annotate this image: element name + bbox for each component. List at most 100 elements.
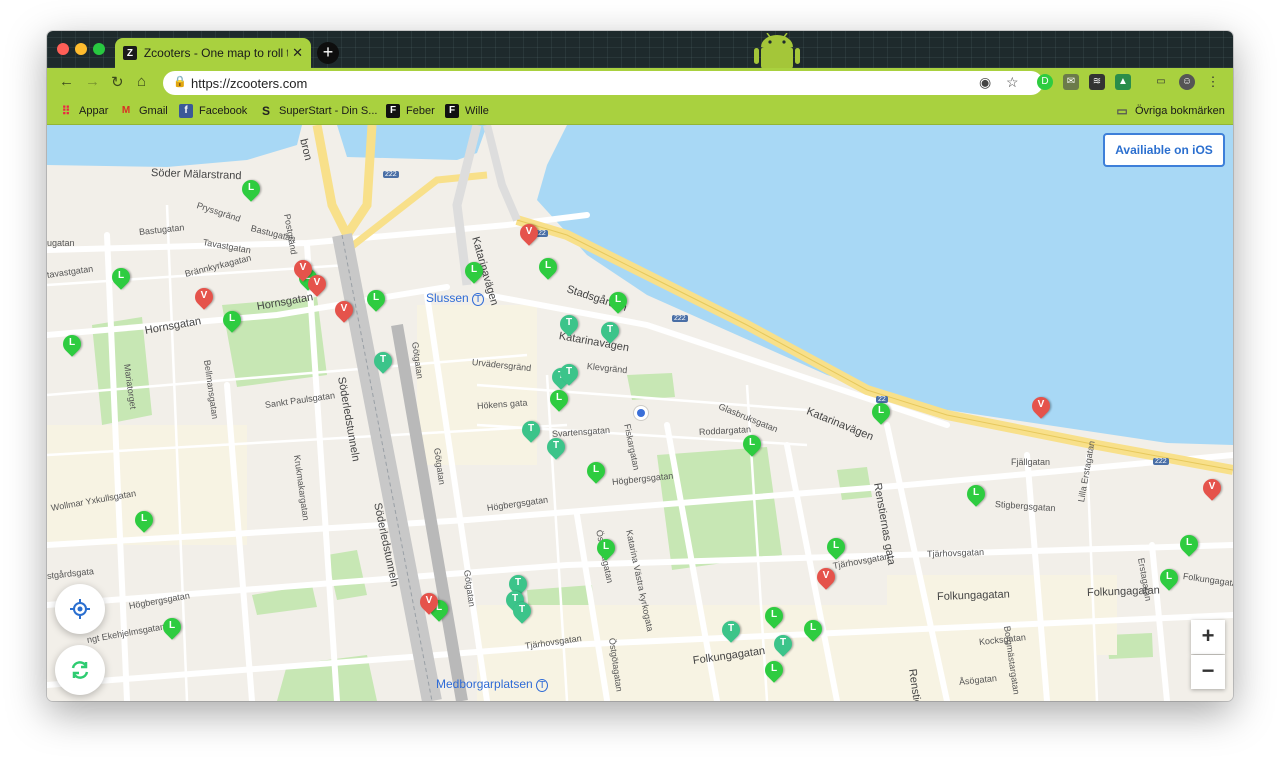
folder-icon: ▭ [1116, 104, 1128, 118]
scooter-pin-l[interactable]: L [761, 657, 787, 685]
pin-label: T [552, 440, 560, 451]
scooter-pin-v[interactable]: V [1199, 475, 1225, 503]
forward-arrow-icon[interactable]: → [85, 73, 100, 90]
scooter-pin-l[interactable]: L [593, 535, 619, 563]
scooter-pin-l[interactable]: L [605, 288, 631, 316]
scooter-pin-l[interactable]: L [461, 258, 487, 286]
street-label: Fjällgatan [1011, 457, 1051, 467]
pin-label: T [779, 637, 787, 648]
scooter-pin-l[interactable]: L [761, 603, 787, 631]
scooter-pin-t[interactable]: T [518, 417, 544, 445]
bookmark-appar[interactable]: ⠿ Appar [59, 104, 109, 118]
pin-label: L [592, 464, 600, 475]
bookmarks-bar: ⠿ Appar M Gmail f Facebook S SuperStart … [47, 98, 1233, 125]
scooter-pin-v[interactable]: V [304, 271, 330, 299]
mail-extension-icon[interactable]: ✉ [1063, 74, 1079, 90]
pin-label: L [140, 513, 148, 524]
scooter-pin-v[interactable]: V [813, 564, 839, 592]
scooter-pin-v[interactable]: V [416, 589, 442, 617]
address-bar[interactable]: 🔒 https://zcooters.com ◉ ☆ [163, 71, 1043, 95]
pin-label: V [299, 262, 307, 273]
scooter-pin-l[interactable]: L [108, 264, 134, 292]
place-slussen[interactable]: Slussen T [426, 291, 485, 306]
bookmark-feber[interactable]: F Feber [386, 104, 435, 118]
scooter-pin-t[interactable]: T [556, 360, 582, 388]
scooter-pin-v[interactable]: V [1028, 393, 1054, 421]
reload-icon[interactable]: ↻ [111, 73, 124, 91]
pin-label: T [514, 577, 522, 588]
bookmark-wille[interactable]: F Wille [445, 104, 489, 118]
scooter-pin-v[interactable]: V [331, 297, 357, 325]
other-bookmarks-label: Övriga bokmärken [1135, 105, 1225, 117]
close-window-button[interactable] [57, 43, 69, 55]
scooter-pin-l[interactable]: L [219, 307, 245, 335]
home-icon[interactable]: ⌂ [137, 73, 146, 90]
scooter-pin-l[interactable]: L [159, 614, 185, 642]
scooter-pin-l[interactable]: L [868, 399, 894, 427]
location-icon[interactable]: ◉ [979, 74, 991, 91]
map-canvas[interactable]: Söder Mälarstrand Pryssgränd Bastugatan … [47, 125, 1233, 701]
extension-d-icon[interactable]: D [1037, 74, 1053, 90]
scooter-pin-v[interactable]: V [516, 220, 542, 248]
scooter-pin-l[interactable]: L [1176, 531, 1202, 559]
scooter-pin-l[interactable]: L [238, 176, 264, 204]
scooter-pin-t[interactable]: T [718, 617, 744, 645]
pin-label: T [518, 604, 526, 615]
bookmark-star-icon[interactable]: ☆ [1006, 74, 1019, 91]
metro-icon: T [472, 293, 485, 306]
minimize-window-button[interactable] [75, 43, 87, 55]
scooter-pin-l[interactable]: L [823, 534, 849, 562]
scooter-pin-l[interactable]: L [739, 431, 765, 459]
superstart-icon: S [261, 104, 270, 118]
bookmark-facebook[interactable]: f Facebook [179, 104, 247, 118]
back-arrow-icon[interactable]: ← [59, 73, 74, 90]
place-medborgarplatsen[interactable]: Medborgarplatsen T [436, 677, 549, 692]
title-bar: Z Zcooters - One map to roll the ✕ + [47, 31, 1233, 68]
scooter-pin-t[interactable]: T [597, 318, 623, 346]
zoom-out-button[interactable]: − [1191, 655, 1225, 689]
browser-toolbar: ← → ↻ ⌂ 🔒 https://zcooters.com ◉ ☆ D ✉ ≋… [47, 68, 1233, 98]
scooter-pin-v[interactable]: V [191, 284, 217, 312]
scooter-pin-l[interactable]: L [59, 331, 85, 359]
tab-close-icon[interactable]: ✕ [292, 45, 303, 61]
scooter-pin-l[interactable]: L [363, 286, 389, 314]
menu-kebab-icon[interactable]: ⋮ [1205, 74, 1221, 90]
route-shield: 222 [383, 171, 399, 178]
pin-label: V [340, 303, 348, 314]
pin-label: L [228, 313, 236, 324]
pin-label: L [748, 437, 756, 448]
bookmark-superstart[interactable]: S SuperStart - Din S... [259, 104, 377, 118]
refresh-button[interactable] [55, 645, 105, 695]
zoom-in-button[interactable]: + [1191, 620, 1225, 654]
bookmark-gmail[interactable]: M Gmail [119, 104, 168, 118]
scooter-pin-t[interactable]: T [543, 434, 569, 462]
scooter-pin-t[interactable]: T [556, 311, 582, 339]
scooter-pin-t[interactable]: T [509, 598, 535, 626]
bookmark-label: Facebook [199, 105, 248, 117]
profile-avatar-icon[interactable]: ☺ [1179, 74, 1195, 90]
scooter-pin-l[interactable]: L [963, 481, 989, 509]
pin-label: L [68, 337, 76, 348]
browser-window: Z Zcooters - One map to roll the ✕ + ← →… [47, 31, 1233, 701]
other-bookmarks[interactable]: ▭ Övriga bokmärken [1115, 104, 1225, 118]
scooter-pin-l[interactable]: L [1156, 565, 1182, 593]
buffer-extension-icon[interactable]: ≋ [1089, 74, 1105, 90]
scooter-pin-t[interactable]: T [770, 631, 796, 659]
tab-zcooters[interactable]: Z Zcooters - One map to roll the ✕ [115, 38, 311, 68]
pin-label: L [877, 405, 885, 416]
pin-label: V [525, 226, 533, 237]
new-tab-button[interactable]: + [317, 42, 339, 64]
scooter-pin-l[interactable]: L [583, 458, 609, 486]
scooter-pin-t[interactable]: T [370, 348, 396, 376]
scooter-pin-l[interactable]: L [800, 616, 826, 644]
scooter-pin-l[interactable]: L [131, 507, 157, 535]
drive-extension-icon[interactable]: ▲ [1115, 74, 1131, 90]
pin-label: T [565, 317, 573, 328]
scooter-pin-l[interactable]: L [535, 254, 561, 282]
cast-icon[interactable]: ▭ [1153, 74, 1169, 90]
pin-label: L [809, 622, 817, 633]
locate-me-button[interactable] [55, 584, 105, 634]
ios-availability-button[interactable]: Availiable on iOS [1103, 133, 1225, 167]
scooter-pin-l[interactable]: L [546, 386, 572, 414]
maximize-window-button[interactable] [93, 43, 105, 55]
